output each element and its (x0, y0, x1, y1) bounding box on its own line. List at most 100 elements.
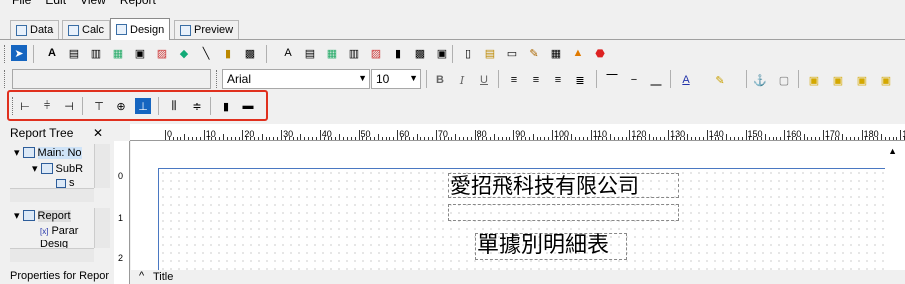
tree-hscrollbar[interactable] (10, 248, 94, 262)
expand-icon[interactable]: ▾ (14, 146, 20, 159)
barcode-icon[interactable]: ▮ (220, 45, 236, 61)
ruler-tick (633, 137, 635, 140)
memo-icon[interactable]: ▤ (66, 45, 82, 61)
frame-icon[interactable]: ▢ (776, 72, 792, 88)
tree-node-report[interactable]: ▾ Report (14, 209, 71, 222)
region-icon[interactable]: ▩ (242, 45, 258, 61)
ruler-tick (370, 137, 372, 140)
expand-icon[interactable]: ▾ (32, 162, 38, 175)
design-canvas[interactable]: 愛招飛科技有限公司 單據別明細表 ▲ (131, 141, 905, 278)
richtext-icon[interactable]: ▥ (88, 45, 104, 61)
ruler-tick (722, 137, 724, 140)
calc-text-icon[interactable]: ▣ (132, 45, 148, 61)
valign-top-icon[interactable]: ⎺ (604, 72, 620, 88)
justify-icon[interactable]: ≣ (572, 72, 588, 88)
dbcalc-icon[interactable]: ▦ (324, 45, 340, 61)
ruler-tick (362, 137, 364, 140)
valign-middle-icon[interactable]: − (626, 72, 642, 88)
align-right-icon[interactable]: ≡ (550, 72, 566, 88)
highlight-color-icon[interactable]: ✎ (712, 72, 728, 88)
dbmemo-icon[interactable]: ▤ (302, 45, 318, 61)
report-title-field[interactable]: 單據別明細表 (475, 233, 627, 260)
subreport-icon[interactable]: ▯ (460, 45, 476, 61)
ruler-tick (482, 137, 484, 140)
anchor-icon[interactable]: ⚓ (752, 72, 768, 88)
dbchart-icon[interactable]: ▩ (412, 45, 428, 61)
align-center-icon[interactable]: ≡ (528, 72, 544, 88)
bold-button[interactable]: B (432, 72, 448, 88)
band-label: Title (153, 271, 174, 283)
italic-button[interactable]: I (454, 72, 470, 88)
dbrichtext-icon[interactable]: ▥ (346, 45, 362, 61)
paint-brush-icon[interactable]: ✎ (526, 45, 542, 61)
tree-hscrollbar[interactable] (10, 188, 94, 202)
ruler-tick (246, 137, 248, 140)
line-icon[interactable]: ╲ (198, 45, 214, 61)
menu-file[interactable]: File (12, 0, 31, 9)
ruler-tick (838, 137, 840, 140)
ruler-tick (176, 137, 178, 140)
dbbarcode-icon[interactable]: ▮ (390, 45, 406, 61)
tree-node-subreport[interactable]: ▾ SubR (32, 162, 83, 176)
ruler-tick (695, 137, 697, 140)
ungroup-icon[interactable]: ▣ (878, 72, 894, 88)
ruler-tick (598, 137, 600, 140)
system-var-icon[interactable]: ▦ (110, 45, 126, 61)
underline-button[interactable]: U (476, 72, 492, 88)
ruler-tick (528, 137, 530, 140)
ruler-tick (760, 137, 762, 140)
page-break-icon[interactable]: ▭ (504, 45, 520, 61)
tab-preview[interactable]: Preview (174, 20, 240, 39)
tree-scrollbar[interactable] (94, 144, 110, 188)
shape-icon[interactable]: ◆ (176, 45, 192, 61)
tree-node-main[interactable]: ▾ Main: No (14, 146, 82, 159)
expand-icon[interactable]: ▾ (14, 209, 20, 222)
label-icon[interactable]: A (44, 45, 60, 61)
style-combo[interactable] (12, 69, 211, 89)
tab-design[interactable]: Design (110, 18, 171, 40)
align-left-icon[interactable]: ≡ (506, 72, 522, 88)
pdf-icon[interactable]: ⬣ (592, 45, 608, 61)
ruler-tick (451, 137, 453, 140)
tab-calc[interactable]: Calc (62, 20, 111, 39)
ruler-tick (269, 137, 271, 140)
tree-node-design[interactable]: Desig (40, 240, 68, 248)
menu-view[interactable]: View (80, 0, 106, 9)
select-pointer-icon[interactable]: ➤ (11, 45, 27, 61)
tree-scrollbar[interactable] (94, 208, 110, 248)
company-name-field[interactable]: 愛招飛科技有限公司 (448, 173, 679, 198)
band-collapse-icon[interactable]: ^ (139, 270, 144, 282)
ruler-tick (702, 137, 704, 140)
tab-data[interactable]: Data (10, 20, 60, 39)
dbtext-icon[interactable]: A (280, 45, 296, 61)
param-icon: [x] (40, 226, 49, 236)
ruler-tick (745, 130, 747, 140)
ruler-tick (706, 130, 708, 140)
scroll-up-icon[interactable]: ▲ (888, 146, 897, 156)
dbimage-icon[interactable]: ▨ (368, 45, 384, 61)
menu-report[interactable]: Report (120, 0, 156, 9)
font-size-combo[interactable]: 10 ▼ (371, 69, 421, 89)
crosstab-icon[interactable]: ▤ (482, 45, 498, 61)
font-name-combo[interactable]: Arial ▼ (222, 69, 370, 89)
bring-front-icon[interactable]: ▣ (806, 72, 822, 88)
ruler-tick (826, 137, 828, 140)
font-color-icon[interactable]: A (678, 72, 694, 88)
menu-edit[interactable]: Edit (45, 0, 66, 9)
send-back-icon[interactable]: ▣ (830, 72, 846, 88)
ruler-tick (710, 137, 712, 140)
close-icon[interactable]: ✕ (93, 126, 103, 140)
chart-icon[interactable]: ▲ (570, 45, 586, 61)
valign-bottom-icon[interactable]: ⎽ (648, 72, 664, 88)
empty-text-field[interactable] (448, 204, 679, 221)
tree-node-params[interactable]: [x] Parar (40, 225, 78, 237)
image-icon[interactable]: ▨ (154, 45, 170, 61)
ruler-tick (784, 130, 786, 140)
ruler-tick (517, 137, 519, 140)
dbcheckbox-icon[interactable]: ▣ (434, 45, 450, 61)
group-icon[interactable]: ▣ (854, 72, 870, 88)
table-grid-icon[interactable]: ▦ (548, 45, 564, 61)
report-page[interactable]: 愛招飛科技有限公司 單據別明細表 (158, 168, 885, 278)
report-icon (22, 210, 35, 221)
ruler-tick (335, 137, 337, 140)
